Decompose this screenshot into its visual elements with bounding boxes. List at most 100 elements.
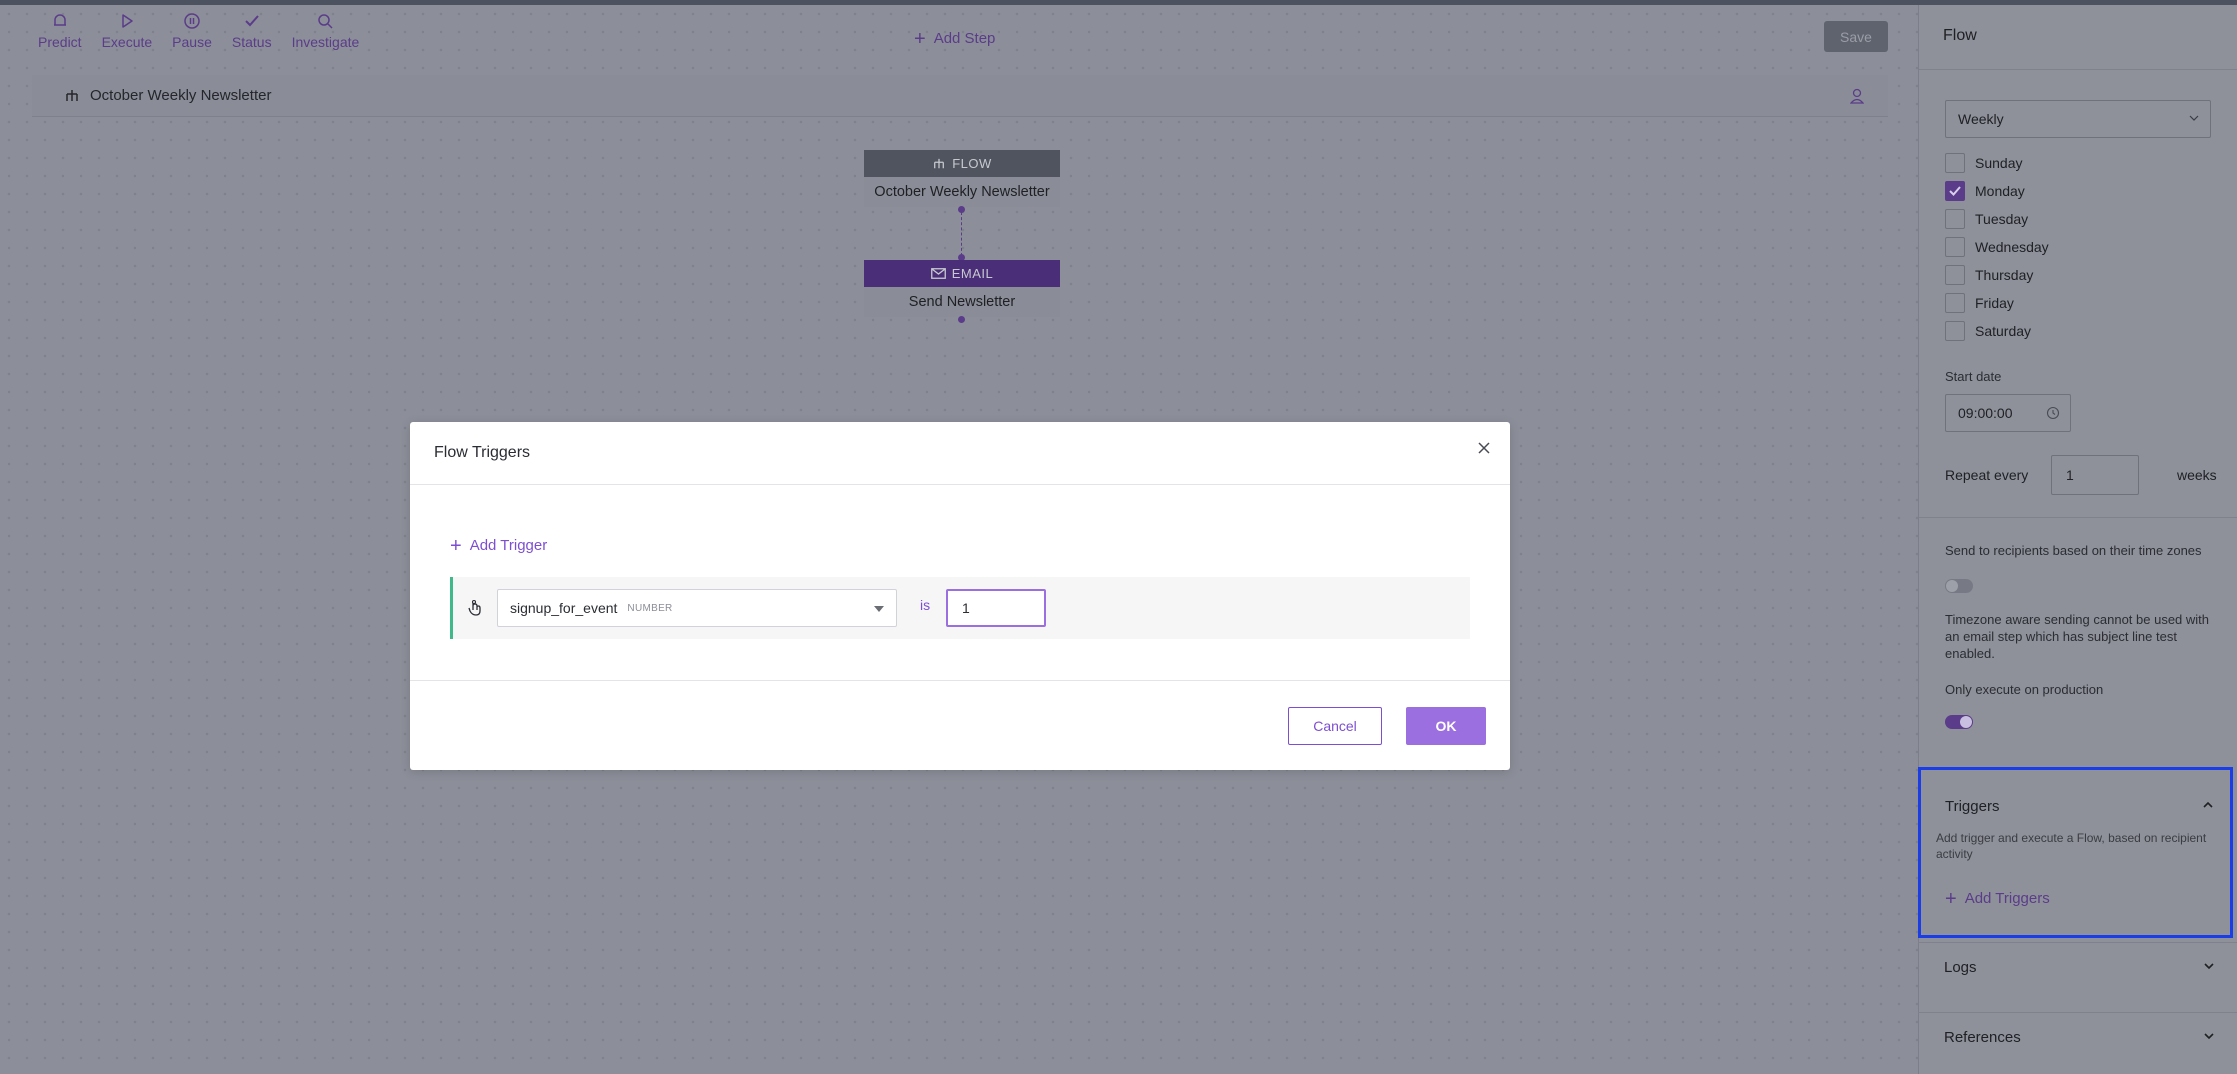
add-triggers-button[interactable]: + Add Triggers (1945, 887, 2050, 910)
email-node[interactable]: EMAIL Send Newsletter (864, 260, 1060, 317)
check-icon (245, 15, 259, 27)
trigger-field-name: signup_for_event (510, 600, 618, 616)
flow-name: October Weekly Newsletter (90, 87, 272, 104)
references-title: References (1944, 1029, 2021, 1046)
investigate-label: Investigate (291, 34, 360, 50)
trigger-row: signup_for_event NUMBER is (450, 577, 1470, 639)
day-label: Thursday (1975, 267, 2034, 283)
flow-node[interactable]: FLOW October Weekly Newsletter (864, 150, 1060, 207)
clock-icon (2046, 406, 2060, 420)
day-monday[interactable]: Monday (1945, 181, 2025, 201)
save-button[interactable]: Save (1824, 21, 1888, 52)
investigate-button[interactable]: Investigate (291, 12, 360, 50)
trigger-field-select[interactable]: signup_for_event NUMBER (497, 589, 897, 627)
day-thursday[interactable]: Thursday (1945, 265, 2033, 285)
mail-icon (930, 268, 946, 279)
execute-button[interactable]: Execute (101, 12, 153, 50)
flow-icon (934, 158, 945, 168)
day-sunday[interactable]: Sunday (1945, 153, 2022, 173)
flow-node-type: FLOW (952, 156, 992, 171)
sidebar-title: Flow (1943, 27, 1977, 44)
checkbox-checked[interactable] (1945, 181, 1965, 201)
cancel-button[interactable]: Cancel (1288, 707, 1382, 745)
divider (1919, 69, 2237, 70)
add-step-label: Add Step (933, 30, 996, 47)
divider (1919, 517, 2237, 518)
checkbox[interactable] (1945, 321, 1965, 341)
timezone-note: Timezone aware sending cannot be used wi… (1945, 612, 2210, 661)
flow-triggers-modal: Flow Triggers + Add Trigger signup_for_e… (410, 422, 1510, 770)
pause-button[interactable]: Pause (172, 12, 212, 50)
add-trigger-label: Add Trigger (469, 537, 548, 554)
email-node-name: Send Newsletter (864, 287, 1060, 317)
timezone-label: Send to recipients based on their time z… (1945, 543, 2202, 558)
day-label: Monday (1975, 183, 2025, 199)
day-saturday[interactable]: Saturday (1945, 321, 2031, 341)
repeat-label: Repeat every (1945, 467, 2029, 483)
timezone-toggle[interactable] (1945, 579, 1973, 593)
trigger-value-input[interactable] (946, 589, 1046, 627)
chevron-up-icon[interactable] (2202, 800, 2214, 810)
connector-dot[interactable] (958, 316, 965, 323)
production-toggle[interactable] (1945, 715, 1973, 729)
repeat-input[interactable]: 1 (2051, 455, 2139, 495)
status-button[interactable]: Status (232, 12, 272, 50)
chevron-down-icon (2204, 963, 2214, 970)
predict-icon (53, 14, 66, 26)
day-label: Tuesday (1975, 211, 2029, 227)
predict-label: Predict (38, 34, 82, 50)
logs-section[interactable]: Logs (1918, 942, 2237, 990)
toolbar: Predict Execute Pause Status Investigate (38, 12, 359, 50)
frequency-value: Weekly (1958, 111, 2004, 127)
add-trigger-button[interactable]: + Add Trigger (450, 534, 548, 557)
flow-breadcrumb: October Weekly Newsletter (64, 87, 271, 104)
modal-title: Flow Triggers (434, 444, 531, 461)
flow-node-name: October Weekly Newsletter (864, 177, 1060, 207)
day-friday[interactable]: Friday (1945, 293, 2014, 313)
trigger-field-type: NUMBER (627, 602, 673, 614)
triggers-section: Triggers Add trigger and execute a Flow,… (1918, 767, 2233, 938)
checkbox[interactable] (1945, 293, 1965, 313)
toggle-knob (1946, 580, 1958, 592)
user-icon[interactable] (1850, 88, 1864, 104)
start-date-label: Start date (1945, 369, 2002, 384)
start-time-value: 09:00:00 (1958, 405, 2013, 421)
operator-label: is (920, 597, 931, 613)
divider (410, 680, 1510, 681)
predict-button[interactable]: Predict (38, 12, 82, 50)
checkbox[interactable] (1945, 237, 1965, 257)
flow-node-header: FLOW (864, 150, 1060, 177)
day-label: Friday (1975, 295, 2014, 311)
execute-label: Execute (101, 34, 153, 50)
day-label: Sunday (1975, 155, 2023, 171)
pause-icon (184, 13, 200, 29)
connector-line (961, 212, 962, 256)
triggers-title[interactable]: Triggers (1945, 798, 1999, 815)
references-section[interactable]: References (1918, 1012, 2237, 1060)
plus-icon: + (1945, 887, 1957, 910)
plus-icon: + (450, 534, 462, 557)
close-icon[interactable] (1476, 440, 1492, 456)
status-label: Status (231, 34, 272, 50)
chevron-down-icon (2189, 115, 2199, 121)
logs-title: Logs (1944, 959, 1977, 976)
checkbox[interactable] (1945, 265, 1965, 285)
trigger-icon[interactable] (467, 599, 483, 617)
repeat-row: Repeat every 1 weeks (1945, 455, 2217, 495)
day-tuesday[interactable]: Tuesday (1945, 209, 2028, 229)
add-triggers-label: Add Triggers (1964, 890, 2050, 907)
pause-label: Pause (172, 34, 212, 50)
day-label: Saturday (1975, 323, 2032, 339)
checkbox[interactable] (1945, 153, 1965, 173)
start-time-input[interactable]: 09:00:00 (1945, 394, 2071, 432)
divider (410, 484, 1510, 485)
frequency-select[interactable]: Weekly (1945, 100, 2211, 138)
add-step-button[interactable]: + Add Step (914, 29, 996, 49)
checkbox[interactable] (1945, 209, 1965, 229)
ok-button[interactable]: OK (1406, 707, 1486, 745)
flow-icon (66, 89, 78, 101)
email-node-type: EMAIL (951, 266, 994, 281)
day-wednesday[interactable]: Wednesday (1945, 237, 2049, 257)
caret-down-icon (874, 606, 884, 612)
repeat-unit: weeks (2177, 467, 2217, 483)
